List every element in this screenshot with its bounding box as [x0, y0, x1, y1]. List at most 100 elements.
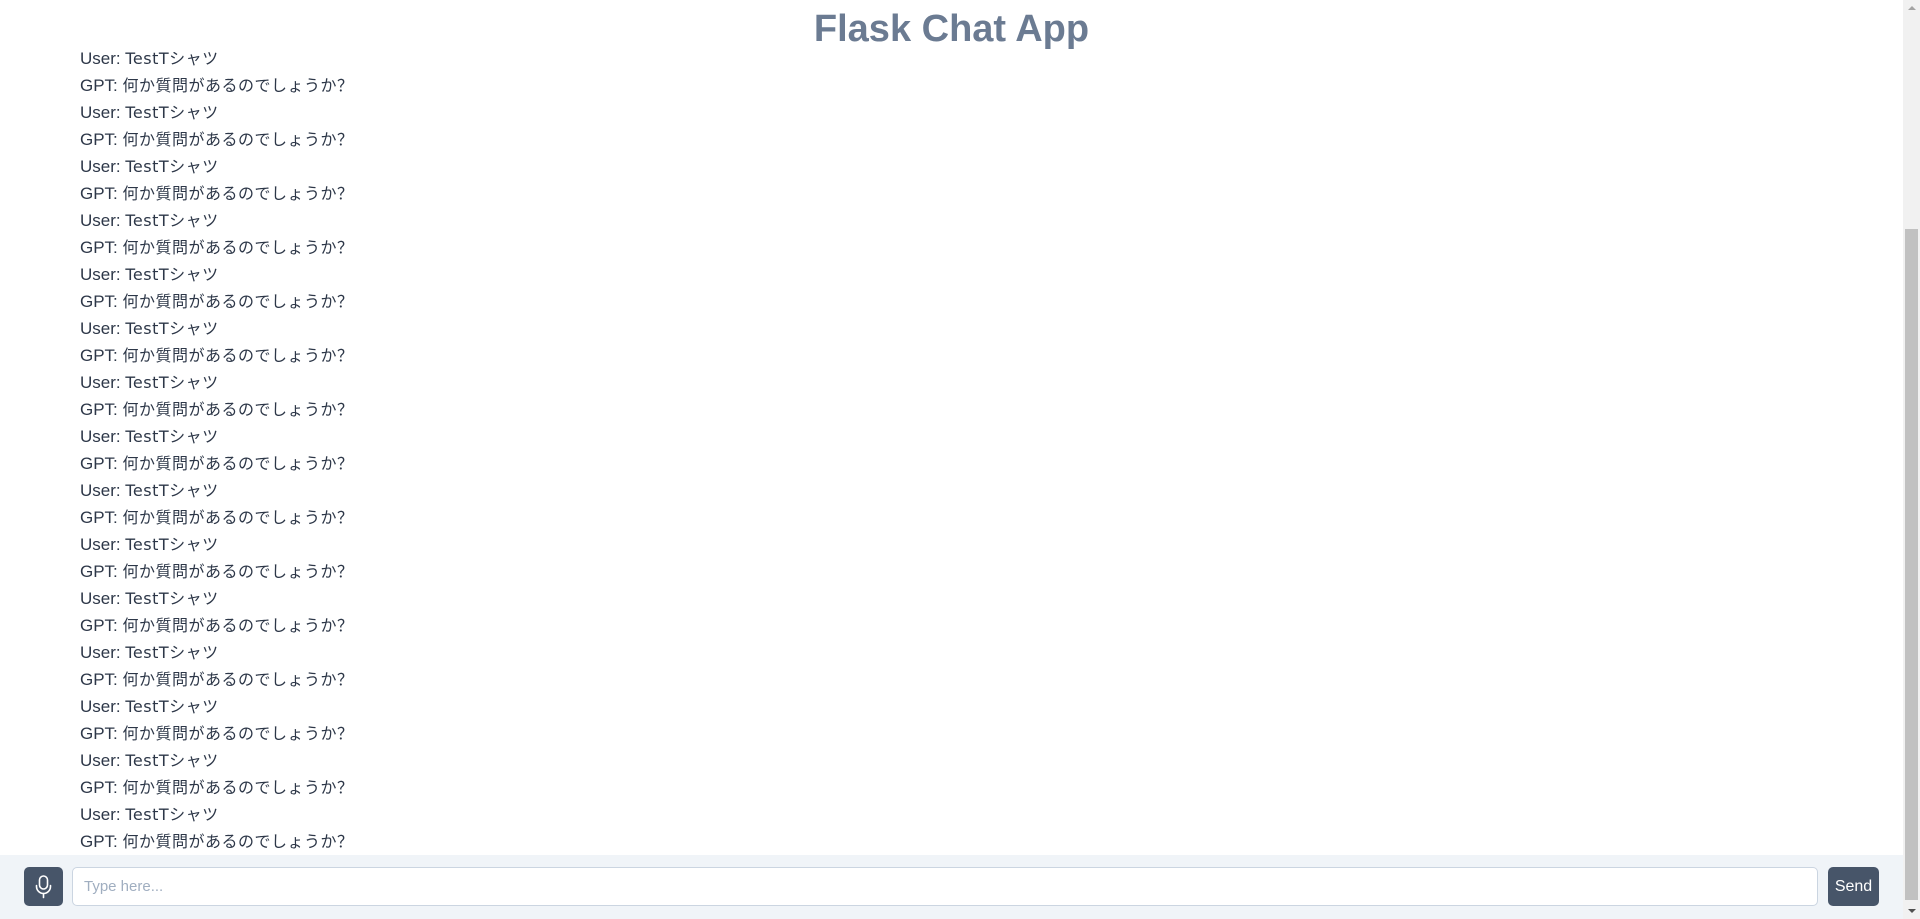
message-row: GPT: 何か質問があるのでしょうか？ — [80, 234, 1860, 261]
message-row: User: TestTシャツ — [80, 153, 1860, 180]
message-row: GPT: 何か質問があるのでしょうか？ — [80, 450, 1860, 477]
message-row: GPT: 何か質問があるのでしょうか？ — [80, 72, 1860, 99]
message-text: 何か質問があるのでしょうか？ — [122, 76, 354, 95]
message-text: TestTシャツ — [125, 319, 219, 338]
message-speaker: GPT: — [80, 346, 123, 365]
message-row: User: TestTシャツ — [80, 693, 1860, 720]
message-speaker: GPT: — [80, 670, 123, 689]
message-row: User: TestTシャツ — [80, 639, 1860, 666]
message-speaker: GPT: — [80, 400, 123, 419]
message-speaker: User: — [80, 589, 126, 608]
message-row: User: TestTシャツ — [80, 531, 1860, 558]
message-row: User: TestTシャツ — [80, 585, 1860, 612]
message-text: TestTシャツ — [125, 751, 219, 770]
message-speaker: User: — [80, 319, 126, 338]
message-speaker: GPT: — [80, 292, 123, 311]
message-text: 何か質問があるのでしょうか？ — [122, 670, 354, 689]
message-text: TestTシャツ — [125, 427, 219, 446]
message-text: TestTシャツ — [125, 643, 219, 662]
message-speaker: User: — [80, 103, 126, 122]
message-row: GPT: 何か質問があるのでしょうか？ — [80, 774, 1860, 801]
message-row: GPT: 何か質問があるのでしょうか？ — [80, 828, 1860, 855]
message-speaker: User: — [80, 211, 126, 230]
message-text: 何か質問があるのでしょうか？ — [122, 778, 354, 797]
microphone-icon — [35, 875, 52, 899]
message-text: TestTシャツ — [125, 103, 219, 122]
message-speaker: GPT: — [80, 724, 123, 743]
message-row: User: TestTシャツ — [80, 99, 1860, 126]
message-text: 何か質問があるのでしょうか？ — [122, 832, 354, 851]
message-text: TestTシャツ — [125, 589, 219, 608]
app-title: Flask Chat App — [0, 6, 1903, 52]
message-speaker: GPT: — [80, 130, 123, 149]
send-button[interactable]: Send — [1828, 867, 1879, 906]
message-row: User: TestTシャツ — [80, 423, 1860, 450]
message-text: TestTシャツ — [125, 157, 219, 176]
message-speaker: User: — [80, 157, 126, 176]
message-row: GPT: 何か質問があるのでしょうか？ — [80, 666, 1860, 693]
message-row: GPT: 何か質問があるのでしょうか？ — [80, 612, 1860, 639]
message-input[interactable] — [72, 867, 1818, 906]
message-text: 何か質問があるのでしょうか？ — [122, 562, 354, 581]
message-text: TestTシャツ — [125, 373, 219, 392]
message-speaker: GPT: — [80, 184, 123, 203]
message-row: GPT: 何か質問があるのでしょうか？ — [80, 288, 1860, 315]
message-speaker: GPT: — [80, 238, 123, 257]
message-text: 何か質問があるのでしょうか？ — [122, 400, 354, 419]
message-row: User: TestTシャツ — [80, 369, 1860, 396]
message-text: TestTシャツ — [125, 535, 219, 554]
message-list[interactable]: User: TestTシャツ GPT: 何か質問があるのでしょうか？ User: T… — [80, 46, 1860, 855]
message-row: GPT: 何か質問があるのでしょうか？ — [80, 558, 1860, 585]
message-text: 何か質問があるのでしょうか？ — [122, 616, 354, 635]
chat-page: Flask Chat App User: TestTシャツ GPT: 何か質問があ… — [0, 0, 1920, 919]
message-speaker: User: — [80, 643, 126, 662]
message-speaker: User: — [80, 427, 126, 446]
message-text: 何か質問があるのでしょうか？ — [122, 346, 354, 365]
message-row: User: TestTシャツ — [80, 477, 1860, 504]
message-speaker: GPT: — [80, 562, 123, 581]
message-text: 何か質問があるのでしょうか？ — [122, 508, 354, 527]
message-row: User: TestTシャツ — [80, 315, 1860, 342]
microphone-button[interactable] — [24, 867, 63, 906]
message-speaker: GPT: — [80, 832, 123, 851]
message-list-inner: User: TestTシャツ GPT: 何か質問があるのでしょうか？ User: T… — [80, 46, 1860, 855]
vertical-scrollbar[interactable] — [1903, 0, 1920, 919]
message-row: GPT: 何か質問があるのでしょうか？ — [80, 720, 1860, 747]
message-row: GPT: 何か質問があるのでしょうか？ — [80, 342, 1860, 369]
message-text: 何か質問があるのでしょうか？ — [122, 292, 354, 311]
message-speaker: User: — [80, 373, 126, 392]
message-speaker: GPT: — [80, 454, 123, 473]
message-row: GPT: 何か質問があるのでしょうか？ — [80, 126, 1860, 153]
composer-bar: Send — [0, 855, 1903, 919]
scroll-up-arrow-icon[interactable] — [1903, 0, 1920, 17]
message-text: 何か質問があるのでしょうか？ — [122, 454, 354, 473]
message-speaker: User: — [80, 535, 126, 554]
message-speaker: User: — [80, 805, 126, 824]
message-speaker: GPT: — [80, 508, 123, 527]
message-speaker: GPT: — [80, 76, 123, 95]
message-row: GPT: 何か質問があるのでしょうか？ — [80, 396, 1860, 423]
message-text: 何か質問があるのでしょうか？ — [122, 724, 354, 743]
message-row: GPT: 何か質問があるのでしょうか？ — [80, 504, 1860, 531]
message-speaker: GPT: — [80, 616, 123, 635]
message-row: User: TestTシャツ — [80, 801, 1860, 828]
scroll-down-arrow-icon[interactable] — [1903, 902, 1920, 919]
message-text: 何か質問があるのでしょうか？ — [122, 130, 354, 149]
message-text: TestTシャツ — [125, 697, 219, 716]
message-speaker: User: — [80, 265, 126, 284]
message-row: User: TestTシャツ — [80, 261, 1860, 288]
message-row: GPT: 何か質問があるのでしょうか？ — [80, 180, 1860, 207]
message-text: 何か質問があるのでしょうか？ — [122, 238, 354, 257]
message-row: User: TestTシャツ — [80, 207, 1860, 234]
message-text: TestTシャツ — [125, 481, 219, 500]
message-speaker: User: — [80, 697, 126, 716]
message-row: User: TestTシャツ — [80, 747, 1860, 774]
chat-content: Flask Chat App User: TestTシャツ GPT: 何か質問があ… — [0, 0, 1903, 855]
message-text: 何か質問があるのでしょうか？ — [122, 184, 354, 203]
message-text: TestTシャツ — [125, 211, 219, 230]
scrollbar-thumb[interactable] — [1905, 229, 1918, 900]
message-speaker: GPT: — [80, 778, 123, 797]
message-text: TestTシャツ — [125, 805, 219, 824]
message-speaker: User: — [80, 481, 126, 500]
message-speaker: User: — [80, 751, 126, 770]
